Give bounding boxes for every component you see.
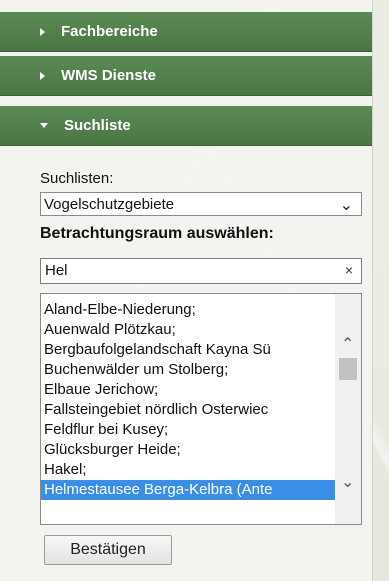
accordion-fachbereiche-label: Fachbereiche (61, 23, 158, 40)
chevron-up-icon[interactable]: ⌃ (341, 334, 354, 354)
chevron-down-icon: ⌄ (339, 197, 353, 214)
chevron-down-icon (40, 123, 48, 128)
listbox-scrollbar[interactable]: ⌃ ⌄ (335, 294, 361, 524)
suchlisten-selected-value: Vogelschutzgebiete (44, 195, 175, 213)
chevron-right-icon (40, 71, 45, 80)
suchlisten-label: Suchlisten: (40, 170, 114, 187)
list-item[interactable]: Helmestausee Berga-Kelbra (Ante (41, 480, 335, 500)
betrachtungsraum-label: Betrachtungsraum auswählen: (40, 225, 274, 242)
scrollbar-thumb[interactable] (339, 358, 357, 380)
suchlisten-select[interactable]: Vogelschutzgebiete ⌄ (40, 192, 362, 216)
accordion-suchliste[interactable]: Suchliste (0, 106, 372, 146)
accordion-suchliste-label: Suchliste (64, 117, 131, 134)
list-item[interactable]: Elbaue Jerichow; (41, 380, 335, 400)
chevron-right-icon (40, 27, 45, 36)
list-item[interactable]: Glücksburger Heide; (41, 440, 335, 460)
clear-icon[interactable]: × (345, 262, 353, 278)
search-input-value: Hel (45, 262, 68, 279)
side-panel: Fachbereiche WMS Dienste Suchliste Suchl… (0, 0, 373, 581)
list-item[interactable]: Fallsteingebiet nördlich Osterwiec (41, 400, 335, 420)
list-item[interactable]: Buchenwälder um Stolberg; (41, 360, 335, 380)
accordion-wms-dienste[interactable]: WMS Dienste (0, 56, 372, 96)
results-list: Aland-Elbe-Niederung; Auenwald Plötzkau; B… (41, 300, 335, 500)
betrachtungsraum-search-input[interactable]: Hel × (40, 258, 362, 284)
confirm-button[interactable]: Bestätigen (44, 535, 172, 565)
list-item[interactable]: Auenwald Plötzkau; (41, 320, 335, 340)
list-item[interactable]: Feldflur bei Kusey; (41, 420, 335, 440)
chevron-down-icon[interactable]: ⌄ (341, 472, 354, 492)
results-listbox[interactable]: Aland-Elbe-Niederung; Auenwald Plötzkau; B… (40, 293, 362, 525)
accordion-wms-label: WMS Dienste (61, 67, 157, 84)
list-item[interactable]: Bergbaufolgelandschaft Kayna Sü (41, 340, 335, 360)
list-item[interactable]: Aland-Elbe-Niederung; (41, 300, 335, 320)
accordion-fachbereiche[interactable]: Fachbereiche (0, 12, 372, 52)
list-item[interactable]: Hakel; (41, 460, 335, 480)
